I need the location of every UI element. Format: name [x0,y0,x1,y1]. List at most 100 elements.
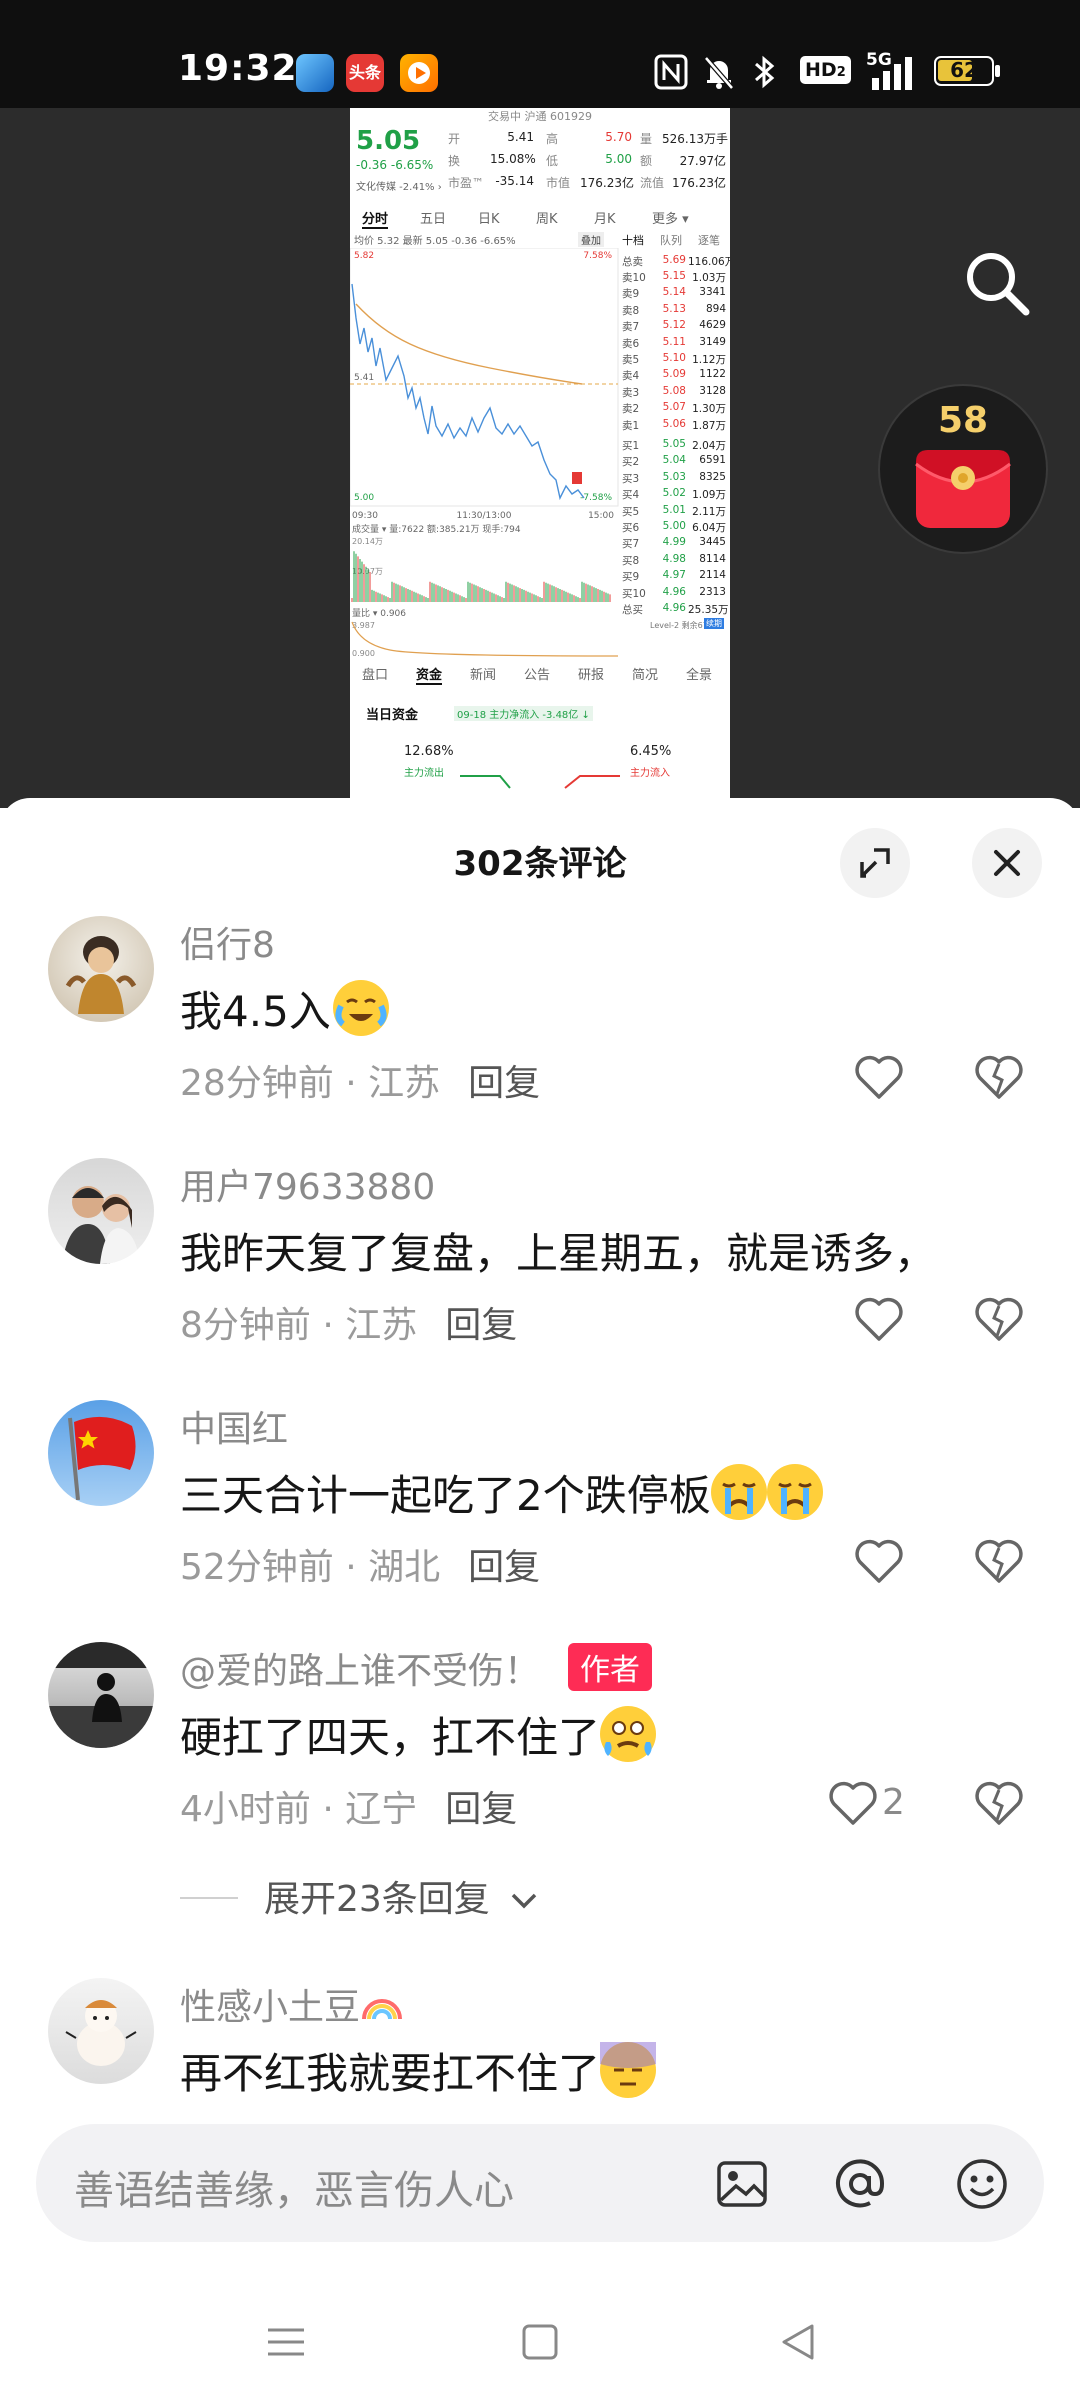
fullscreen-button[interactable] [840,828,910,898]
bottom-tab: 公告 [524,668,551,683]
comment-username[interactable]: 侣行8 [180,916,275,968]
like-heart-icon[interactable] [852,1292,906,1346]
like-heart-icon[interactable] [852,1534,906,1588]
order-price: 5.07 [662,401,686,414]
author-badge: 作者 [568,1643,653,1691]
quote-value: 176.23亿 [672,176,726,190]
like-heart-icon[interactable] [826,1776,880,1830]
order-volume: 3341 [699,286,726,299]
level2-badge: 续期 [704,618,724,629]
comment-username[interactable]: 用户79633880 [180,1158,435,1210]
search-icon[interactable] [962,248,1032,318]
chart-low: 5.00 [354,493,374,503]
emoji-icon[interactable] [954,2156,1010,2212]
dislike-broken-heart-icon[interactable] [972,1292,1026,1346]
order-volume: 116.06万 [688,256,730,268]
reply-button[interactable]: 回复 [445,1305,517,1346]
rainbow-icon [362,1999,403,2020]
order-label: 买9 [622,571,640,584]
order-price: 4.98 [662,552,686,565]
app-blue-icon [296,54,334,92]
crying-emoji-icon [332,980,389,1036]
order-label: 卖6 [622,337,640,350]
bottom-tab: 盘口 [362,668,389,683]
order-price: 5.69 [662,254,686,266]
buy-marker [572,472,582,484]
order-label: 买2 [622,456,640,469]
like-heart-icon[interactable] [852,1050,906,1104]
order-price: 5.05 [662,438,686,450]
reply-button[interactable]: 回复 [468,1547,540,1588]
avatar[interactable] [48,916,154,1022]
red-packet-button[interactable]: 58 [878,384,1048,554]
stock-header: 交易中 沪通 601929 [488,110,592,123]
avatar[interactable] [48,1978,154,2084]
order-tab: 队列 [660,234,682,247]
order-label: 总卖 [622,256,643,268]
comment-username[interactable]: 性感小土豆 [180,1978,404,2030]
chart-high: 5.82 [354,251,374,261]
comment-username[interactable]: @爱的路上谁不受伤！ 作者 [180,1642,653,1694]
image-icon[interactable] [714,2156,770,2212]
expand-replies-button[interactable]: 展开23条回复 [180,1870,541,1922]
order-label: 买8 [622,554,640,567]
quote-value: 5.70 [605,130,632,144]
quote-key: 开 [448,132,461,146]
order-label: 买1 [622,440,640,452]
tearful-emoji-icon [600,1706,657,1762]
avatar[interactable] [48,1642,154,1748]
chevron-down-icon [512,1893,537,1909]
order-label: 卖8 [622,304,640,317]
order-label: 卖3 [622,386,640,399]
comment-username[interactable]: 中国红 [180,1400,288,1452]
order-label: 卖9 [622,288,640,301]
quote-key: 量 [640,132,653,146]
funds-tag: 09-18 主力净流入 -3.48亿 ↓ [454,706,593,721]
quote-key: 低 [546,154,559,168]
dislike-broken-heart-icon[interactable] [972,1534,1026,1588]
order-label: 卖4 [622,370,640,383]
like-count: 2 [882,1782,905,1823]
close-button[interactable] [972,828,1042,898]
ratio-header: 量比 ▾ 0.906 [352,607,406,619]
ratio-line [351,621,619,657]
quote-key: 流值 [640,176,665,190]
order-volume: 8114 [699,552,726,565]
order-volume: 1122 [699,368,726,381]
quote-value: 27.97亿 [679,154,726,168]
sobbing-emoji-icon [710,1464,767,1520]
quote-value: 176.23亿 [580,176,634,190]
comment-text: 硬扛了四天，扛不住了 [180,1704,657,1765]
time-axis-label: 11:30/13:00 [457,511,512,521]
order-volume: 1.03万 [692,272,726,284]
home-nav-icon[interactable] [520,2322,560,2362]
video-player[interactable]: 交易中 沪通 601929 5.05 -0.36 -6.65% 文化传媒 -2.41%… [0,108,1080,808]
reply-button[interactable]: 回复 [445,1789,517,1830]
order-label: 买5 [622,505,640,518]
avatar[interactable] [48,1158,154,1264]
system-nav-bar [0,2298,1080,2400]
menu-nav-icon[interactable] [264,2322,308,2362]
reply-button[interactable]: 回复 [468,1063,540,1104]
bottom-tab: 简况 [632,668,659,683]
at-mention-icon[interactable] [832,2156,888,2212]
back-nav-icon[interactable] [778,2320,818,2364]
bottom-tab: 资金 [416,664,443,685]
status-time: 19:32 [178,48,298,89]
avatar[interactable] [48,1400,154,1506]
funds-title: 当日资金 [366,708,419,723]
order-volume: 6.04万 [692,522,726,534]
battery-level: 62 [950,58,978,82]
close-icon [994,850,1020,876]
volume-tick: 10.07万 [352,567,383,576]
order-label: 卖1 [622,419,640,432]
chart-high-pct: 7.58% [583,251,612,261]
comment-input[interactable]: 善语结善缘，恶言伤人心 [36,2124,1044,2242]
chart-tab: 分时 [362,208,389,229]
order-price: 4.97 [662,569,686,582]
order-price: 5.03 [662,470,686,483]
dislike-broken-heart-icon[interactable] [972,1776,1026,1830]
order-volume: 25.35万 [688,604,729,616]
order-tab: 逐笔 [698,234,720,247]
dislike-broken-heart-icon[interactable] [972,1050,1026,1104]
